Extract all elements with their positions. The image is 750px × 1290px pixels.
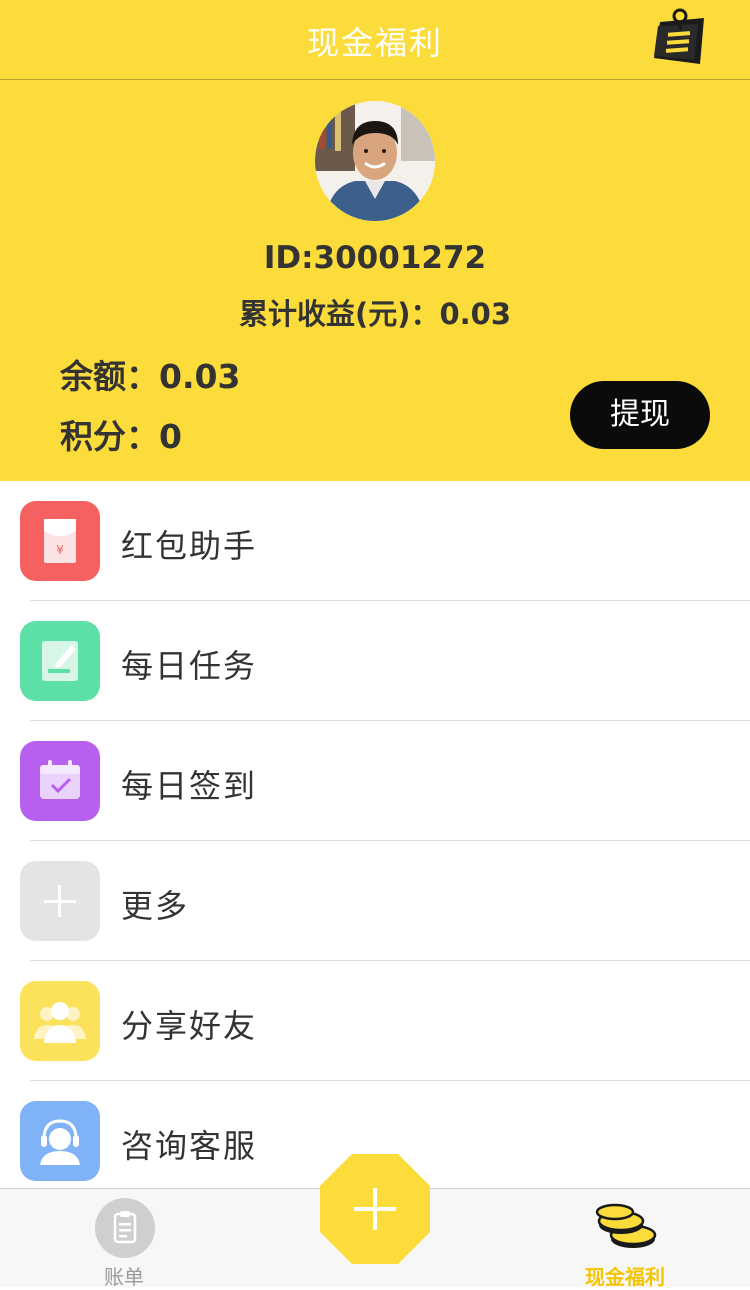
plus-icon xyxy=(320,1154,430,1264)
tab-bills[interactable]: 账单 xyxy=(44,1189,204,1289)
menu-item-label: 每日签到 xyxy=(121,767,258,805)
svg-text:¥: ¥ xyxy=(56,543,64,557)
profile-panel: ID:30001272 累计收益(元)：0.03 余额：0.03 积分：0 提现 xyxy=(0,80,750,481)
page-title: 现金福利 xyxy=(306,24,443,62)
total-earnings: 累计收益(元)：0.03 xyxy=(238,297,512,331)
menu-item-daily-checkin[interactable]: 每日签到 xyxy=(0,721,750,841)
menu-item-label: 每日任务 xyxy=(121,647,258,685)
menu-item-label: 分享好友 xyxy=(121,1007,258,1045)
menu-item-red-envelope[interactable]: ¥ 红包助手 xyxy=(0,481,750,601)
menu-item-label: 红包助手 xyxy=(121,527,258,565)
tab-bills-label: 账单 xyxy=(104,1265,144,1289)
user-id: ID:30001272 xyxy=(263,240,487,276)
menu-item-label: 更多 xyxy=(121,887,190,925)
notes-pin-icon[interactable] xyxy=(648,8,708,70)
clipboard-icon xyxy=(95,1198,155,1258)
menu-item-daily-task[interactable]: 每日任务 xyxy=(0,601,750,721)
avatar[interactable] xyxy=(315,101,435,221)
feature-menu: ¥ 红包助手 每日任务 每日签到 更多 分享好友 咨询客服 xyxy=(0,481,750,1201)
headset-user-icon xyxy=(20,1101,100,1181)
plus-icon xyxy=(20,861,100,941)
tab-cash-label: 现金福利 xyxy=(585,1265,665,1289)
balance: 余额：0.03 xyxy=(60,357,241,396)
top-bar: 现金福利 xyxy=(0,0,750,80)
menu-item-label: 咨询客服 xyxy=(121,1127,258,1165)
withdraw-button[interactable]: 提现 xyxy=(570,381,710,449)
calendar-check-icon xyxy=(20,741,100,821)
menu-item-more[interactable]: 更多 xyxy=(0,841,750,961)
menu-item-share-friends[interactable]: 分享好友 xyxy=(0,961,750,1081)
tab-cash-welfare[interactable]: 现金福利 xyxy=(545,1189,705,1289)
add-record-button[interactable] xyxy=(318,1152,432,1266)
points: 积分：0 xyxy=(60,417,182,456)
edit-note-icon xyxy=(20,621,100,701)
red-envelope-icon: ¥ xyxy=(20,501,100,581)
coin-stack-icon xyxy=(595,1203,657,1248)
group-users-icon xyxy=(20,981,100,1061)
